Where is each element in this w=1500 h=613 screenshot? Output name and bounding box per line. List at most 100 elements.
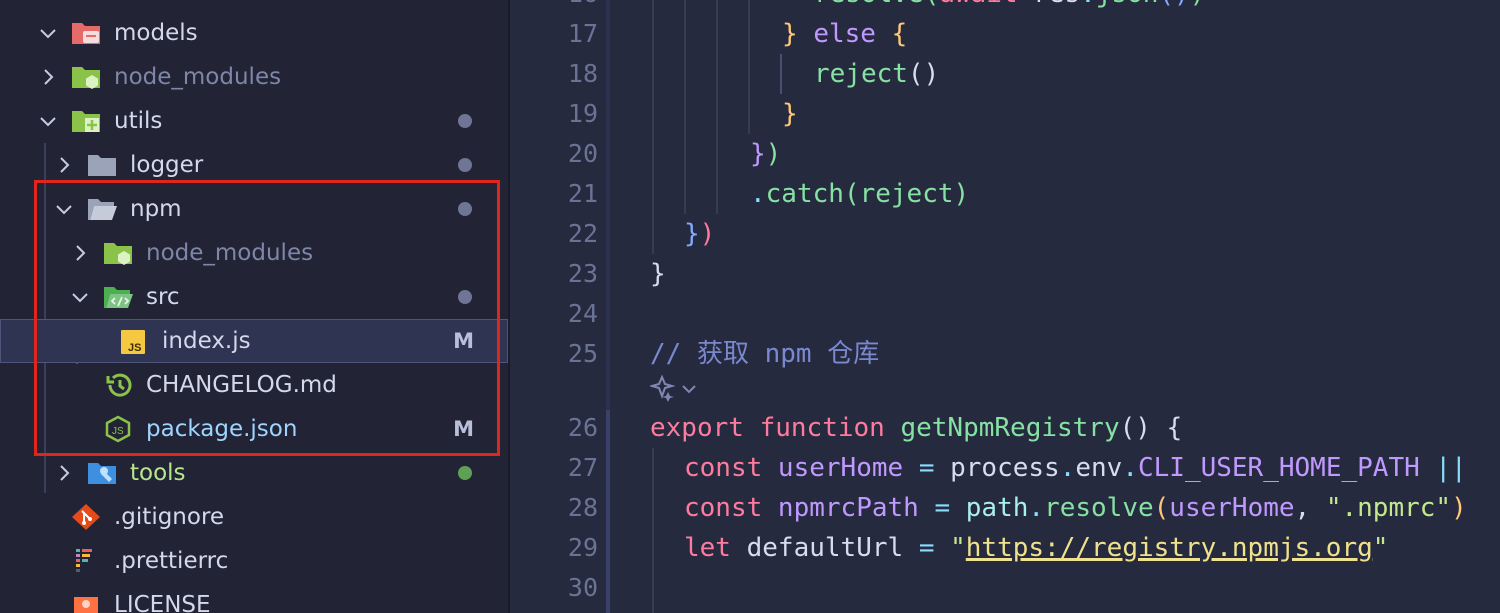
code-line: })	[750, 134, 781, 174]
code-line: resolve(await res.json())	[814, 0, 1205, 14]
token: (	[843, 179, 860, 209]
token: let	[684, 533, 747, 563]
explorer-item-label: node_modules	[114, 64, 282, 90]
line-number: 30	[567, 573, 598, 602]
line-number-gutter: 16 17 18 19 20 21 22 23 24 25 26 27 28 2…	[510, 0, 600, 613]
token: path	[965, 493, 1029, 523]
code-line: reject()	[814, 54, 939, 94]
token: ||	[1435, 453, 1467, 483]
line-number: 29	[567, 533, 598, 562]
chevron-right-icon	[60, 465, 70, 481]
token: resolve(	[814, 0, 939, 9]
prettier-icon	[76, 549, 92, 572]
chevron-right-icon	[60, 157, 70, 173]
code-line: let defaultUrl = "https://registry.npmjs…	[684, 528, 1388, 568]
code-editor[interactable]: 16 17 18 19 20 21 22 23 24 25 26 27 28 2…	[510, 0, 1500, 613]
code-line: }	[782, 94, 798, 134]
line-number: 16	[510, 0, 598, 14]
line-number: 19	[567, 99, 598, 128]
folder-tools-icon	[88, 463, 116, 484]
explorer-item-label: LICENSE	[114, 592, 211, 613]
token: }	[684, 219, 700, 249]
token: =	[918, 533, 951, 563]
line-number: 27	[567, 453, 598, 482]
token: else	[813, 19, 892, 49]
token: =	[918, 453, 951, 483]
code-line: }	[650, 254, 666, 294]
token: defaultUrl	[746, 533, 919, 563]
line-number: 20	[567, 139, 598, 168]
token: CLI_USER_HOME_PATH	[1137, 453, 1436, 483]
token: )	[1190, 0, 1206, 9]
explorer-item-label: models	[114, 20, 198, 46]
line-number: 24	[567, 299, 598, 328]
status-dot	[458, 466, 472, 480]
indent-guide	[652, 448, 654, 613]
token: ()	[907, 59, 940, 89]
token: process	[950, 453, 1060, 483]
indent-guide	[652, 0, 654, 254]
token: reject	[859, 179, 954, 209]
git-icon	[72, 504, 100, 530]
license-icon	[74, 597, 98, 613]
code-line: // 获取 npm 仓库	[650, 334, 879, 374]
token: userHome	[777, 453, 919, 483]
token: () {	[1119, 413, 1183, 443]
token: .	[1080, 0, 1096, 9]
explorer-item-license[interactable]: LICENSE	[0, 583, 508, 613]
explorer-item-utils[interactable]: utils	[0, 99, 508, 143]
token: )	[1451, 493, 1467, 523]
token: resolve	[1044, 493, 1154, 523]
status-dot	[458, 114, 472, 128]
token: export	[650, 413, 760, 443]
indent-guide	[748, 0, 750, 134]
indent-guide	[684, 0, 686, 214]
token: catch	[765, 179, 844, 209]
code-line: } else {	[782, 14, 907, 54]
code-line: })	[684, 214, 715, 254]
explorer-item-prettierrc[interactable]: .prettierrc	[0, 539, 508, 583]
explorer-row-partial[interactable]	[0, 0, 508, 8]
folder-models-icon	[72, 23, 100, 44]
token: userHome	[1169, 493, 1295, 523]
folder-node-icon	[72, 67, 100, 89]
folder-utils-icon	[72, 111, 100, 132]
explorer-item-label: utils	[114, 108, 163, 134]
code-line: const npmrcPath = path.resolve(userHome,…	[684, 488, 1467, 528]
line-number: 17	[567, 19, 598, 48]
chevron-down-icon	[40, 29, 56, 39]
line-number: 21	[567, 179, 598, 208]
code-line: const userHome = process.env.CLI_USER_HO…	[684, 448, 1467, 488]
token: function	[759, 413, 901, 443]
explorer-item-gitignore[interactable]: .gitignore	[0, 495, 508, 539]
indent-guide	[716, 0, 718, 214]
chevron-down-icon	[40, 117, 56, 127]
explorer-item-tools[interactable]: tools	[0, 451, 508, 495]
line-number: 22	[567, 219, 598, 248]
token: }	[782, 99, 798, 129]
token: res	[1033, 0, 1080, 9]
token: (	[1153, 493, 1170, 523]
explorer-item-node-modules[interactable]: node_modules	[0, 55, 508, 99]
code-line: .catch(reject)	[750, 174, 969, 214]
line-number: 25	[567, 339, 598, 368]
token: .	[750, 179, 766, 209]
line-number: 26	[567, 413, 598, 442]
codelens-ai-button[interactable]	[648, 374, 702, 404]
indent-guide	[780, 54, 782, 94]
token: =	[934, 493, 966, 523]
token: )	[699, 219, 716, 249]
token: "	[1372, 533, 1389, 563]
token: }	[782, 19, 814, 49]
explorer-item-models[interactable]: models	[0, 11, 508, 55]
token: const	[684, 453, 778, 483]
token: reject	[814, 59, 908, 89]
url-link[interactable]: https://registry.npmjs.org	[966, 533, 1373, 563]
comment: // 获取 npm 仓库	[650, 339, 880, 369]
token: getNpmRegistry	[900, 413, 1120, 443]
token: {	[891, 19, 908, 49]
token: await	[939, 0, 1033, 9]
file-explorer: models node_modules utils logger npm nod…	[0, 0, 510, 613]
token: }	[650, 259, 666, 289]
folder-icon	[88, 155, 116, 176]
